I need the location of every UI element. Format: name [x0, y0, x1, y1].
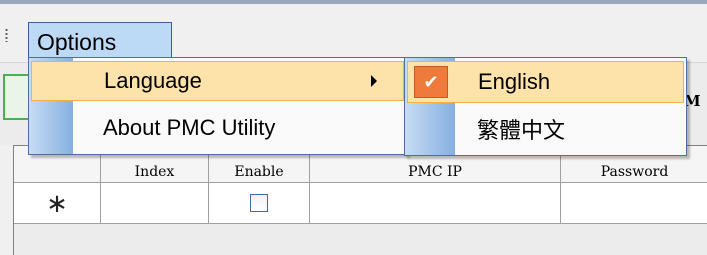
submenu-arrow-icon: [371, 75, 377, 87]
menu-item-about[interactable]: About PMC Utility: [31, 108, 404, 148]
new-row-header: ∗: [14, 183, 101, 223]
language-submenu: ✔ English 繁體中文: [404, 57, 687, 156]
submenu-item-english[interactable]: ✔ English: [407, 61, 684, 103]
cell-enable[interactable]: [209, 183, 310, 223]
new-row[interactable]: ∗: [14, 183, 707, 224]
new-row-marker-icon: ∗: [46, 187, 68, 218]
menu-item-about-label: About PMC Utility: [103, 115, 276, 140]
cell-pmc-ip[interactable]: [310, 183, 561, 223]
enable-checkbox[interactable]: [250, 194, 268, 212]
grid-empty-area: [14, 224, 707, 255]
submenu-item-traditional-chinese[interactable]: 繁體中文: [407, 108, 684, 150]
submenu-item-english-label: English: [478, 69, 551, 94]
toolbar-grip-handle[interactable]: [5, 28, 8, 42]
options-menu-label: Options: [37, 29, 117, 55]
checkmark-icon: ✔: [414, 66, 448, 98]
submenu-item-traditional-chinese-label: 繁體中文: [477, 119, 566, 144]
pmc-data-grid[interactable]: Index Enable PMC IP Password ∗: [13, 145, 707, 255]
cell-password[interactable]: [561, 183, 707, 223]
options-dropdown-menu: Language About PMC Utility: [28, 57, 407, 155]
cell-index[interactable]: [101, 183, 209, 223]
options-menu[interactable]: Options: [28, 22, 172, 62]
menu-item-language[interactable]: Language: [31, 61, 404, 101]
menu-item-language-label: Language: [104, 68, 202, 93]
menu-bar: Options: [0, 4, 707, 63]
